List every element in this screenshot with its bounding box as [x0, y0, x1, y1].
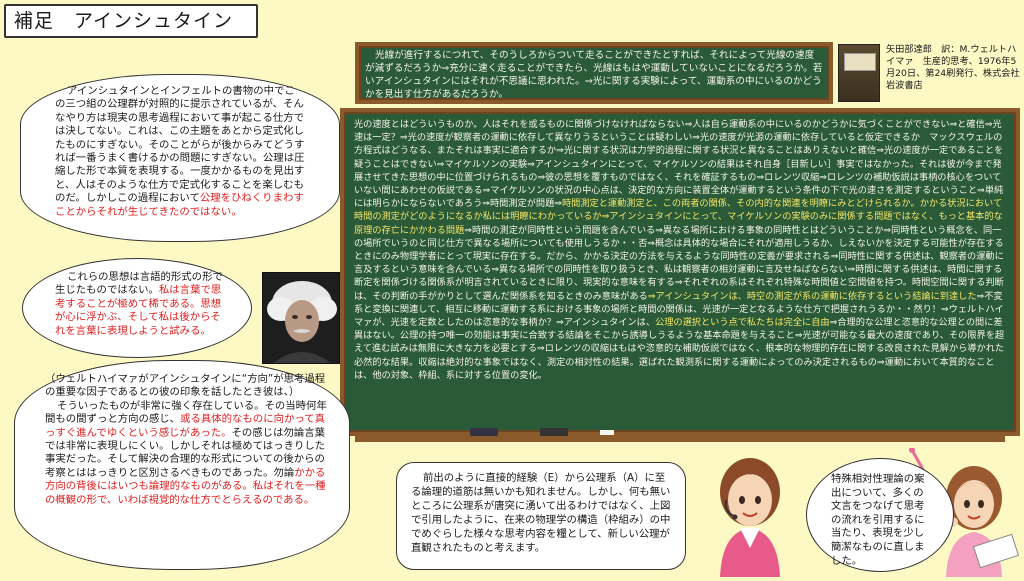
- note-bubble: 特殊相対性理論の案出について、多くの文言をつなげて思考の流れを引用するに当たり、…: [806, 458, 954, 572]
- page-title: 補足 アインシュタイン: [4, 4, 258, 38]
- quote-bubble-axioms: アインシュタインとインフェルトの書物の中でこの三つ組の公理群が対照的に提示されて…: [20, 74, 340, 242]
- main-chalkboard: 光の速度とはどういうものか。人はそれを或るものに関係づけなければならない⇒人は自…: [340, 108, 1020, 436]
- chalk-icon: [600, 430, 614, 435]
- board-highlight-2: ⇒アインシュタインは、時空の測定が系の運動に依存するという結論に到達した: [647, 290, 977, 302]
- book-reference: 矢田部達郎 訳：M.ウェルトハイマァ 生産的思考、1976年5月20日、第24刷…: [886, 44, 1024, 91]
- board-text-1: 光の速度とはどういうものか。人はそれを或るものに関係づけなければならない⇒人は自…: [354, 119, 1004, 210]
- commentary-bubble: 前出のように直接的経験（E）から公理系（A）に至る論理的道筋は無いかも知れません…: [396, 462, 686, 570]
- quote-bubble-language: これらの思想は言語的形式の形で生じたものではない。私は言葉で思考することが極めて…: [22, 258, 252, 358]
- quote-bubble-direction: （ウェルトハイマァがアインシュタインに“方向”が思考過程の重要な因子であるとの彼…: [14, 360, 350, 570]
- top-board-text: 光線が進行するにつれて、そのうしろからついて走ることができたとすれば、それによっ…: [365, 50, 823, 100]
- presenter-character-icon: [700, 440, 800, 577]
- top-chalkboard: 光線が進行するにつれて、そのうしろからついて走ることができたとすれば、それによっ…: [355, 42, 833, 104]
- quote-intro: （ウェルトハイマァがアインシュタインに“方向”が思考過程の重要な因子であるとの彼…: [45, 373, 326, 399]
- book-cover-image: [838, 44, 880, 102]
- eraser-icon: [540, 428, 568, 436]
- quote-text: アインシュタインとインフェルトの書物の中でこの三つ組の公理群が対照的に提示されて…: [55, 85, 305, 205]
- chalk-tray: [355, 430, 1005, 442]
- einstein-portrait: [262, 272, 340, 364]
- board-highlight-3: 公理の選択という点で私たちは完全に自由: [655, 317, 830, 329]
- eraser-icon: [470, 428, 498, 436]
